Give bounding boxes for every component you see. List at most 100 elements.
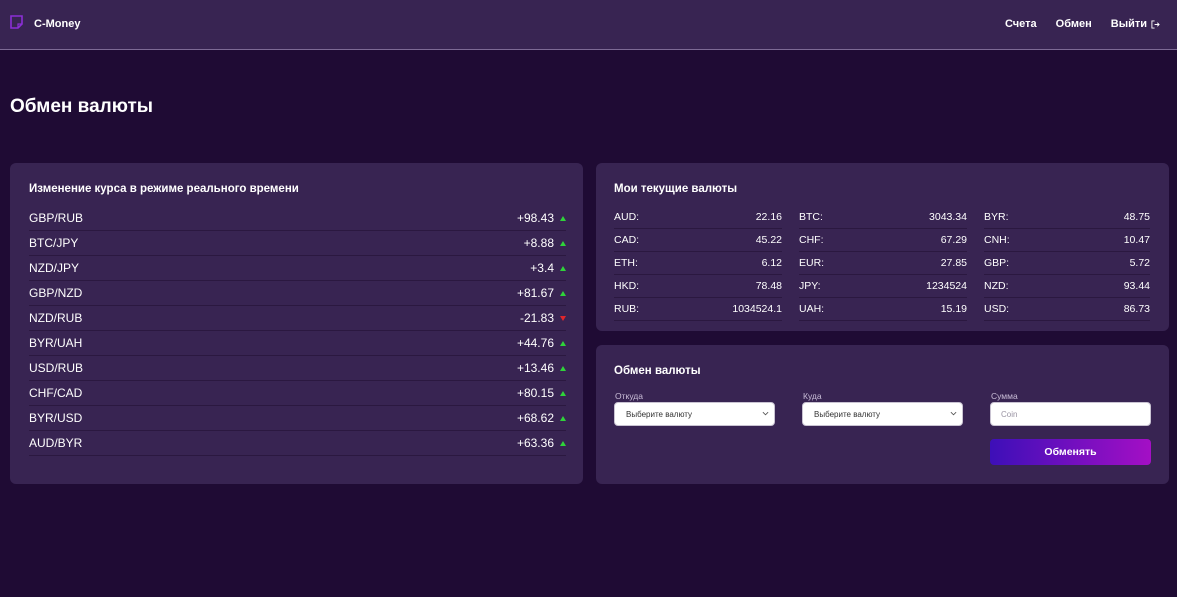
to-label: Куда (803, 391, 822, 401)
logo-icon[interactable] (10, 15, 23, 29)
arrow-up-icon (560, 440, 566, 446)
balance-currency-code: RUB: (614, 303, 640, 315)
rate-change-value: +8.88 (523, 236, 554, 250)
balance-currency-code: AUD: (614, 211, 640, 223)
rate-pair: AUD/BYR (29, 436, 83, 450)
balance-amount: 5.72 (1129, 257, 1150, 269)
rate-change-value: +63.36 (516, 436, 554, 450)
rate-change-group: +44.76 (517, 336, 566, 350)
balance-item: CNH: 10.47 (984, 229, 1150, 252)
rate-change-value: +80.15 (516, 386, 554, 400)
arrow-up-icon (560, 365, 566, 371)
rate-change-group: +3.4 (530, 261, 566, 275)
balance-currency-code: CHF: (799, 234, 824, 246)
balance-currency-code: UAH: (799, 303, 825, 315)
balance-amount: 15.19 (940, 303, 967, 315)
nav-accounts-link[interactable]: Счета (1005, 18, 1037, 30)
rate-change-group: +80.15 (517, 386, 566, 400)
rate-change-group: +68.62 (517, 411, 566, 425)
balance-currency-code: BYR: (984, 211, 1009, 223)
balance-currency-code: EUR: (799, 257, 825, 269)
balance-currency-code: ETH: (614, 257, 638, 269)
rate-change-value: +98.43 (516, 211, 554, 225)
rate-pair: USD/RUB (29, 361, 84, 375)
rate-change-group: +63.36 (517, 436, 566, 450)
arrow-up-icon (560, 390, 566, 396)
balance-currency-code: USD: (984, 303, 1010, 315)
rate-pair: GBP/RUB (29, 211, 84, 225)
rate-pair: NZD/JPY (29, 261, 80, 275)
exchange-button[interactable]: Обменять (990, 439, 1151, 465)
balance-currency-code: BTC: (799, 211, 823, 223)
arrow-up-icon (560, 240, 566, 246)
balance-item: NZD: 93.44 (984, 275, 1150, 298)
rate-change-group: +13.46 (517, 361, 566, 375)
balance-item: GBP: 5.72 (984, 252, 1150, 275)
from-currency-value: Выберите валюту (626, 409, 693, 419)
balances-card-title: Мои текущие валюты (614, 183, 738, 195)
rate-row: CHF/CAD +80.15 (29, 381, 566, 406)
arrow-up-icon (560, 265, 566, 271)
rate-row: GBP/RUB +98.43 (29, 206, 566, 231)
chevron-down-icon (762, 411, 769, 416)
from-currency-select[interactable]: Выберите валюту (614, 402, 775, 426)
balance-currency-code: HKD: (614, 280, 640, 292)
rates-list: GBP/RUB +98.43 BTC/JPY +8.88 NZD/JPY +3.4 GBP/… (29, 206, 566, 456)
rate-change-value: +68.62 (516, 411, 554, 425)
logout-label: Выйти (1110, 18, 1147, 30)
balance-item: JPY: 1234524 (799, 275, 967, 298)
balance-amount: 3043.34 (929, 211, 967, 223)
rate-pair: GBP/NZD (29, 286, 83, 300)
rate-pair: CHF/CAD (29, 386, 83, 400)
rate-row: BYR/UAH +44.76 (29, 331, 566, 356)
balance-currency-code: CAD: (614, 234, 640, 246)
balance-item: AUD: 22.16 (614, 206, 782, 229)
balance-item: USD: 86.73 (984, 298, 1150, 321)
balance-item: CAD: 45.22 (614, 229, 782, 252)
balance-amount: 22.16 (755, 211, 782, 223)
amount-input[interactable] (990, 402, 1151, 426)
balance-amount: 1034524.1 (732, 303, 782, 315)
balance-item: ETH: 6.12 (614, 252, 782, 275)
balance-amount: 67.29 (940, 234, 967, 246)
to-currency-select[interactable]: Выберите валюту (802, 402, 963, 426)
arrow-up-icon (560, 290, 566, 296)
balance-amount: 1234524 (926, 280, 967, 292)
balance-currency-code: GBP: (984, 257, 1010, 269)
nav-logout-link[interactable]: Выйти (1111, 18, 1160, 30)
rate-row: NZD/JPY +3.4 (29, 256, 566, 281)
nav-menu: Счета Обмен Выйти (986, 18, 1160, 30)
balance-item: EUR: 27.85 (799, 252, 967, 275)
rate-row: AUD/BYR +63.36 (29, 431, 566, 456)
rate-change-group: +8.88 (524, 236, 566, 250)
rate-change-group: -21.83 (520, 311, 566, 325)
balance-item: RUB: 1034524.1 (614, 298, 782, 321)
logout-icon (1151, 19, 1160, 29)
rate-pair: BTC/JPY (29, 236, 79, 250)
exchange-card-title: Обмен валюты (614, 365, 701, 377)
rate-row: BYR/USD +68.62 (29, 406, 566, 431)
chevron-down-icon (950, 411, 957, 416)
rate-change-group: +81.67 (517, 286, 566, 300)
balance-currency-code: CNH: (984, 234, 1010, 246)
balances-grid: AUD: 22.16 BTC: 3043.34 BYR: 48.75 CAD: 45.22 CH… (614, 206, 1151, 321)
balance-currency-code: JPY: (799, 280, 821, 292)
balance-amount: 48.75 (1123, 211, 1150, 223)
balance-amount: 6.12 (761, 257, 782, 269)
page-title: Обмен валюты (10, 96, 153, 117)
nav-exchange-link[interactable]: Обмен (1056, 18, 1092, 30)
rate-change-value: +3.4 (530, 261, 554, 275)
brand-name[interactable]: C-Money (34, 18, 80, 30)
rate-pair: BYR/UAH (29, 336, 83, 350)
balance-currency-code: NZD: (984, 280, 1009, 292)
arrow-up-icon (560, 340, 566, 346)
arrow-up-icon (560, 415, 566, 421)
rate-row: NZD/RUB -21.83 (29, 306, 566, 331)
balance-amount: 86.73 (1123, 303, 1150, 315)
balance-item: UAH: 15.19 (799, 298, 967, 321)
arrow-up-icon (560, 215, 566, 221)
top-navbar: C-Money Счета Обмен Выйти (0, 0, 1177, 50)
rate-change-value: +81.67 (516, 286, 554, 300)
rate-row: BTC/JPY +8.88 (29, 231, 566, 256)
rates-card: Изменение курса в режиме реального време… (10, 163, 583, 484)
